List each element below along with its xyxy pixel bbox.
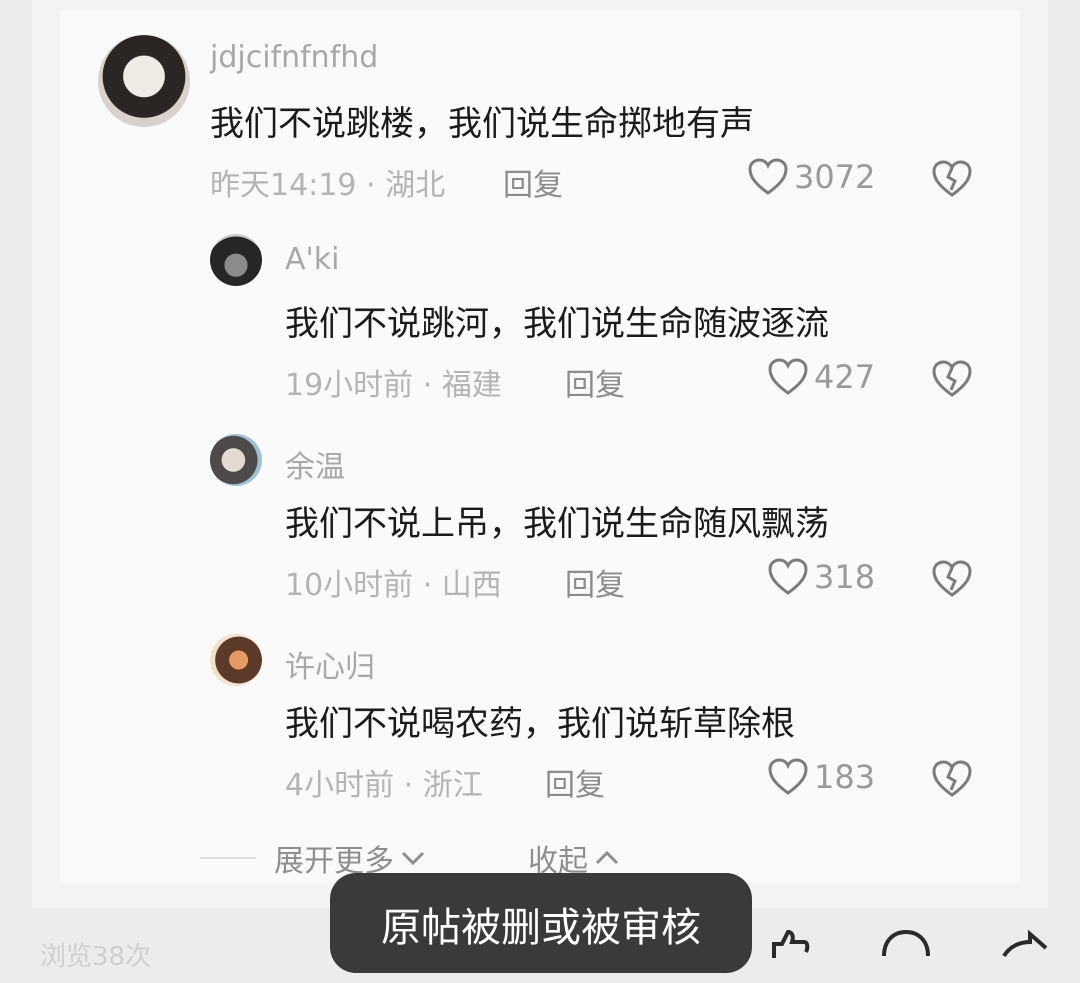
like-count: 427 [814, 358, 876, 396]
replies-divider [200, 857, 256, 859]
comment-meta: 19小时前 · 福建 [285, 368, 502, 403]
dislike-button[interactable] [932, 360, 972, 402]
chevron-down-icon [401, 851, 425, 866]
comment-username[interactable]: 许心归 [285, 642, 375, 686]
reply-button[interactable]: 回复 [565, 560, 625, 604]
comment-meta: 昨天14:19 · 湖北 [210, 168, 446, 203]
comment-meta: 10小时前 · 山西 [285, 568, 502, 603]
comment-username[interactable]: 余温 [285, 442, 345, 486]
like-count: 318 [814, 558, 876, 596]
comment-icon [882, 929, 930, 957]
avatar[interactable] [210, 234, 262, 286]
avatar[interactable] [98, 35, 190, 127]
like-button[interactable]: 3072 [748, 158, 875, 196]
like-count: 3072 [794, 158, 876, 196]
reply-button[interactable]: 回复 [545, 760, 605, 804]
reply-button[interactable]: 回复 [503, 160, 563, 204]
broken-heart-icon [932, 160, 972, 197]
like-count: 183 [814, 758, 876, 796]
comment-username[interactable]: A'ki [285, 242, 339, 277]
share-action-button[interactable] [1000, 928, 1050, 962]
heart-icon [768, 558, 808, 595]
broken-heart-icon [932, 760, 972, 797]
comment-text: 我们不说跳河，我们说生命随波逐流 [285, 304, 829, 344]
heart-icon [768, 758, 808, 795]
toast-message: 原帖被删或被审核 [330, 873, 752, 973]
like-button[interactable]: 318 [768, 558, 875, 596]
views-count: 浏览38次 [40, 942, 152, 972]
comment-text: 我们不说跳楼，我们说生命掷地有声 [210, 104, 754, 144]
dislike-button[interactable] [932, 560, 972, 602]
dislike-button[interactable] [932, 160, 972, 202]
heart-icon [768, 358, 808, 395]
comment-text: 我们不说上吊，我们说生命随风飘荡 [285, 504, 829, 544]
comment-meta: 4小时前 · 浙江 [285, 768, 483, 803]
chevron-up-icon [595, 850, 619, 865]
like-button[interactable]: 183 [768, 758, 875, 796]
avatar[interactable] [210, 434, 262, 486]
reply-button[interactable]: 回复 [565, 360, 625, 404]
like-button[interactable]: 427 [768, 358, 875, 396]
share-icon [1002, 929, 1048, 958]
heart-icon [748, 158, 788, 195]
like-icon [772, 929, 810, 958]
comment-text: 我们不说喝农药，我们说斩草除根 [285, 704, 795, 744]
comment-username[interactable]: jdjcifnfnfhd [210, 40, 378, 75]
comment-action-button[interactable] [880, 928, 932, 962]
broken-heart-icon [932, 560, 972, 597]
broken-heart-icon [932, 360, 972, 397]
avatar[interactable] [210, 634, 262, 686]
like-action-button[interactable] [768, 928, 814, 962]
dislike-button[interactable] [932, 760, 972, 802]
